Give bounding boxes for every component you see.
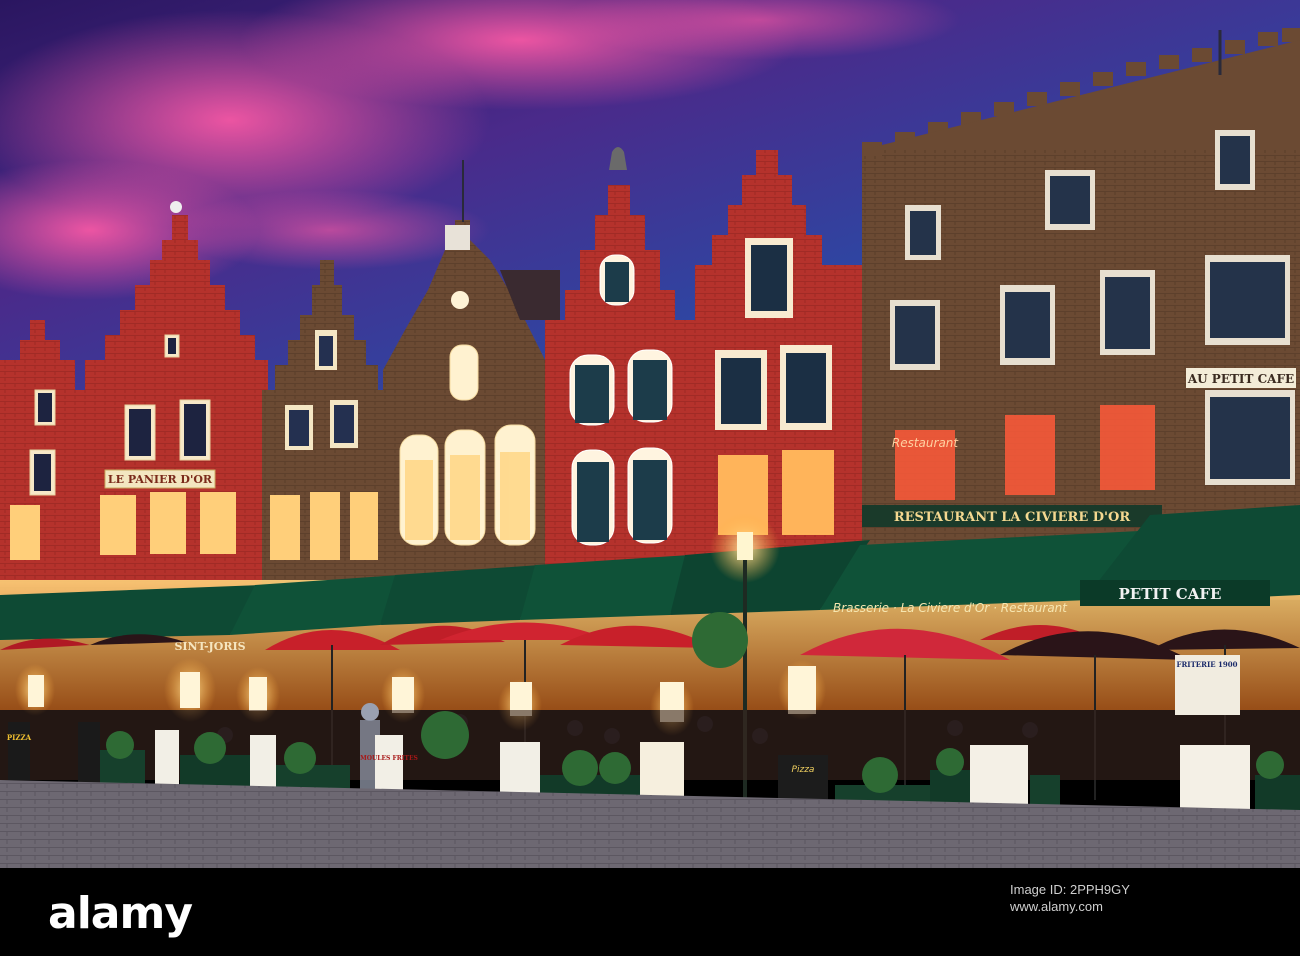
friterie-sign: FRITERIE 1900 — [1177, 660, 1238, 669]
sign-le-panier-dor: LE PANIER D'OR — [108, 473, 213, 486]
sign-brasserie: Brasserie · La Civiere d'Or · Restaurant — [833, 601, 1068, 615]
neon-restaurant-sign: Restaurant — [892, 436, 960, 450]
alamy-logo: alamy — [48, 888, 193, 939]
image-id-panel: Image ID: 2PPH9GY www.alamy.com — [1010, 882, 1130, 914]
sign-au-petit-cafe: AU PETIT CAFE — [1187, 372, 1294, 386]
alamy-url: www.alamy.com — [1010, 899, 1103, 914]
pizza-chalkboard-text: Pizza — [792, 765, 815, 775]
market-square-photo: LE PANIER D'OR Restaurant AU PETIT CAFE … — [0, 0, 1300, 868]
moules-board-text: MOULES FRITES — [360, 755, 418, 762]
sign-restaurant-la-civiere-dor: RESTAURANT LA CIVIERE D'OR — [894, 510, 1131, 525]
photo-frame: LE PANIER D'OR Restaurant AU PETIT CAFE … — [0, 0, 1300, 956]
alamy-watermark-strip: alamy Image ID: 2PPH9GY www.alamy.com — [0, 868, 1300, 956]
sign-petit-cafe: PETIT CAFE — [1119, 585, 1222, 603]
image-id-caption: Image ID: 2PPH9GY — [1010, 882, 1130, 897]
pizza-board-text: PIZZA — [7, 733, 32, 742]
street-lamp — [737, 532, 753, 560]
sign-sint-joris: SINT-JORIS — [174, 640, 245, 653]
